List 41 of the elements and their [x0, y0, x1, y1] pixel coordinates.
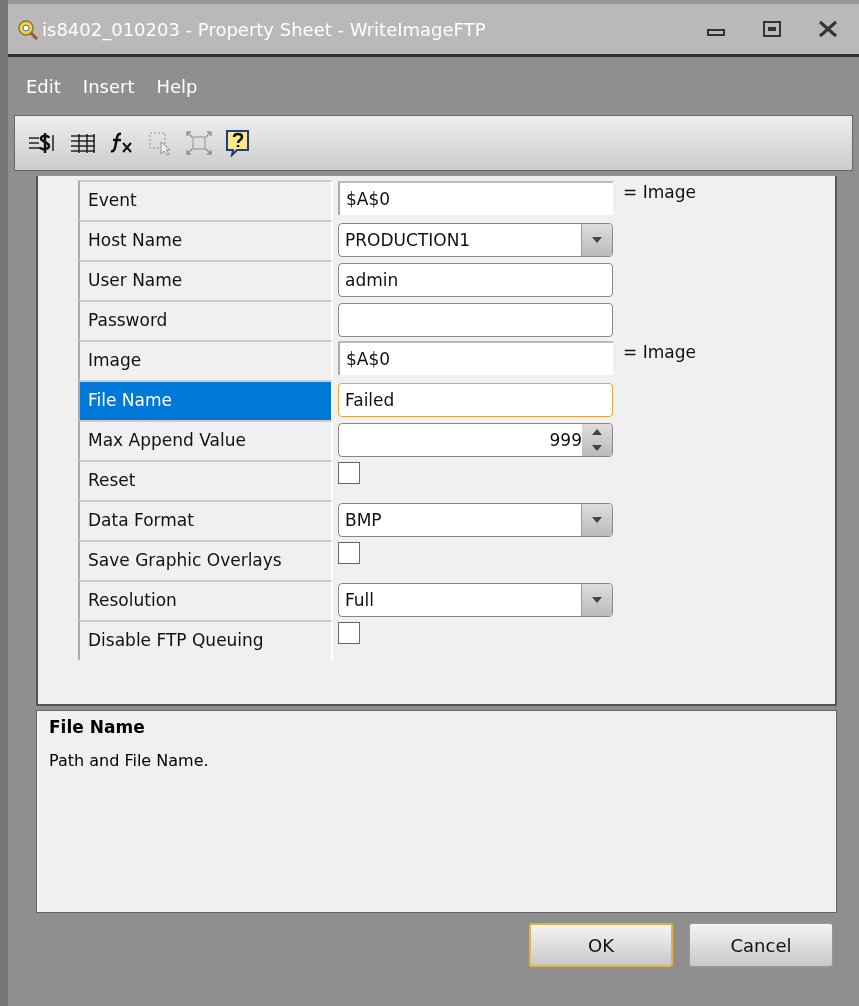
checkbox[interactable]: [338, 462, 360, 484]
property-label[interactable]: Host Name: [78, 220, 333, 260]
dropdown[interactable]: BMP: [338, 503, 613, 537]
property-note: = Image: [623, 342, 696, 362]
help-icon[interactable]: [225, 129, 251, 157]
property-note: = Image: [623, 182, 696, 202]
dollar-table-icon[interactable]: [27, 130, 57, 156]
property-label[interactable]: Disable FTP Queuing: [78, 620, 333, 660]
text-field[interactable]: Failed: [338, 383, 613, 417]
checkbox[interactable]: [338, 622, 360, 644]
description-text: Path and File Name.: [49, 751, 209, 770]
caret-icon: [592, 237, 602, 243]
dropdown[interactable]: Full: [338, 583, 613, 617]
caret-icon: [592, 517, 602, 523]
dialog-button[interactable]: Cancel: [689, 923, 833, 967]
maximize-icon[interactable]: [761, 18, 783, 40]
property-label[interactable]: User Name: [78, 260, 333, 300]
reference-field[interactable]: $A$0: [338, 181, 613, 215]
up-arrow-icon[interactable]: [592, 429, 602, 435]
close-icon[interactable]: [817, 18, 839, 40]
number-spinner[interactable]: 999: [338, 423, 613, 457]
property-label[interactable]: File Name: [78, 380, 333, 420]
down-arrow-icon[interactable]: [592, 445, 602, 451]
window-title: is8402_010203 - Property Sheet - WriteImageFTP: [42, 18, 487, 40]
text-field[interactable]: [338, 303, 613, 337]
dialog-button[interactable]: OK: [529, 923, 673, 967]
property-label[interactable]: Data Format: [78, 500, 333, 540]
checkbox[interactable]: [338, 542, 360, 564]
reference-field[interactable]: $A$0: [338, 341, 613, 375]
property-label[interactable]: Event: [78, 180, 333, 220]
description-title: File Name: [49, 717, 145, 737]
property-label[interactable]: Max Append Value: [78, 420, 333, 460]
property-label[interactable]: Image: [78, 340, 333, 380]
property-label[interactable]: Password: [78, 300, 333, 340]
magnifier-icon: [16, 18, 38, 40]
text-field[interactable]: admin: [338, 263, 613, 297]
caret-icon: [592, 597, 602, 603]
property-label[interactable]: Reset: [78, 460, 333, 500]
property-label[interactable]: Resolution: [78, 580, 333, 620]
property-label[interactable]: Save Graphic Overlays: [78, 540, 333, 580]
dropdown[interactable]: PRODUCTION1: [338, 223, 613, 257]
